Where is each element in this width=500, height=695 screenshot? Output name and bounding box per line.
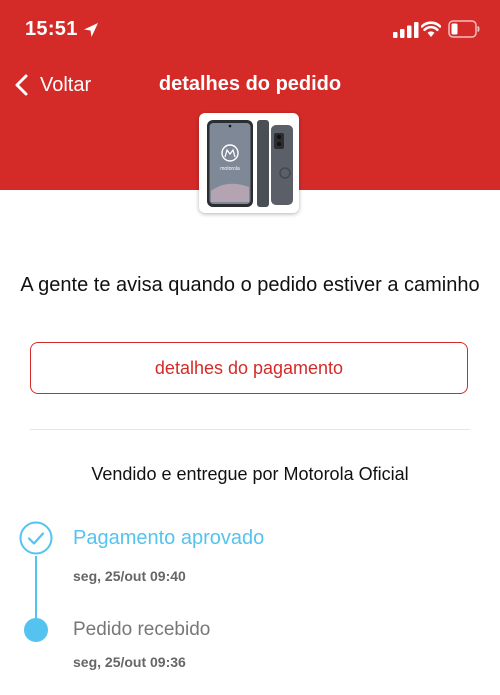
check-circle-icon	[19, 521, 53, 555]
timeline-step-date: seg, 25/out 09:36	[73, 654, 186, 670]
smartphone-image: motorola	[207, 120, 293, 207]
status-time: 15:51	[25, 18, 78, 40]
order-notice: A gente te avisa quando o pedido estiver…	[20, 274, 480, 296]
product-brand-text: motorola	[220, 166, 240, 172]
navigation-bar: Voltar detalhes do pedido	[0, 60, 500, 110]
timeline-connector	[35, 556, 37, 626]
location-arrow-icon	[84, 23, 98, 37]
wifi-icon	[421, 21, 441, 37]
seller-info: Vendido e entregue por Motorola Oficial	[91, 464, 409, 484]
divider	[30, 429, 470, 430]
battery-icon	[448, 20, 480, 38]
timeline-step-date: seg, 25/out 09:40	[73, 568, 186, 584]
timeline-step-title: Pagamento aprovado	[73, 527, 265, 549]
page-title: detalhes do pedido	[158, 73, 342, 95]
payment-details-button[interactable]: detalhes do pagamento	[30, 342, 468, 394]
status-bar: 15:51	[0, 0, 500, 60]
timeline-dot-icon	[24, 618, 48, 642]
cellular-signal-icon	[393, 22, 419, 38]
timeline-step-title: Pedido recebido	[73, 619, 211, 640]
product-image[interactable]: motorola	[199, 113, 299, 213]
